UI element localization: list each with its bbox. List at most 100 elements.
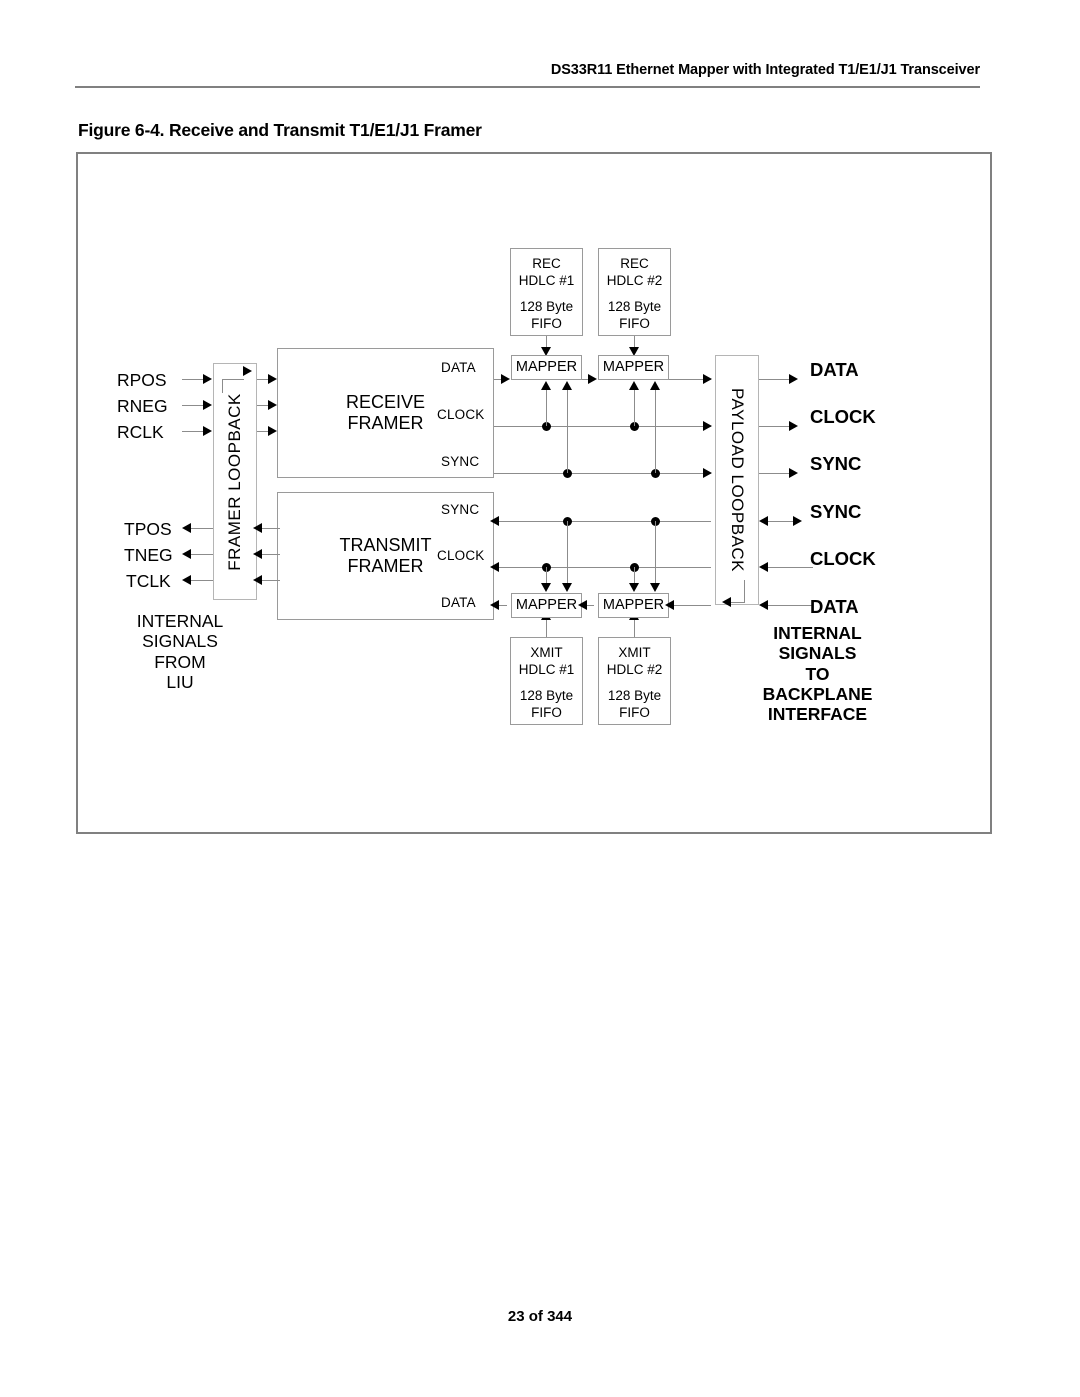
arrow-tneg-out bbox=[182, 549, 191, 559]
xmit-hdlc-1-size: 128 Byte bbox=[519, 687, 574, 703]
left-caption-line-1: INTERNAL bbox=[136, 611, 224, 631]
xmit-hdlc-2-box: XMIT HDLC #2 128 Byte FIFO bbox=[598, 637, 671, 725]
transmit-port-clock: CLOCK bbox=[437, 548, 485, 563]
mapper-box-4: MAPPER bbox=[598, 593, 669, 618]
arrow-sync-down-mapper3 bbox=[561, 583, 572, 592]
right-caption-line-5: INTERFACE bbox=[767, 704, 868, 725]
rec-hdlc-1-channel: HDLC #1 bbox=[518, 272, 575, 288]
payload-loopback-hook-arrow bbox=[722, 597, 731, 607]
signal-label-in-clock: CLOCK bbox=[810, 548, 876, 569]
arrow-clock-up-mapper2 bbox=[628, 381, 639, 390]
arrow-rclk-in bbox=[203, 426, 212, 436]
arrow-tpos-in bbox=[253, 523, 262, 533]
transmit-port-data: DATA bbox=[441, 595, 476, 610]
wire-clock-up-mapper2 bbox=[634, 389, 635, 426]
signal-label-tpos: TPOS bbox=[124, 519, 172, 539]
transmit-port-sync: SYNC bbox=[441, 502, 480, 517]
arrow-tx-sync bbox=[490, 516, 499, 526]
xmit-hdlc-1-title: XMIT bbox=[530, 645, 563, 660]
signal-label-in-data: DATA bbox=[810, 596, 859, 617]
right-caption-line-3: TO bbox=[805, 663, 830, 684]
rec-hdlc-1-kind: FIFO bbox=[531, 315, 562, 331]
arrow-in-data bbox=[759, 600, 768, 610]
arrow-sync-up-mapper2 bbox=[649, 381, 660, 390]
arrow-sync-up-mapper1 bbox=[561, 381, 572, 390]
rec-hdlc-2-size: 128 Byte bbox=[607, 298, 662, 314]
arrow-rneg-in bbox=[203, 400, 212, 410]
payload-loopback-box: PAYLOAD LOOPBACK bbox=[715, 355, 759, 605]
arrow-out-sync bbox=[789, 468, 798, 478]
mapper-3-label: MAPPER bbox=[515, 597, 578, 614]
mapper-box-1: MAPPER bbox=[511, 355, 582, 380]
left-caption-line-3: FROM bbox=[154, 651, 206, 672]
right-caption-line-1: INTERNAL bbox=[773, 623, 862, 643]
rec-hdlc-1-size: 128 Byte bbox=[519, 298, 574, 314]
arrow-tclk-out bbox=[182, 575, 191, 585]
wire-xmit2-to-mapper4 bbox=[634, 618, 635, 637]
wire-tx-clock bbox=[494, 567, 711, 568]
signal-label-rclk: RCLK bbox=[117, 422, 164, 442]
rec-hdlc-1-title: REC bbox=[532, 256, 561, 271]
signal-label-out-data: DATA bbox=[810, 359, 859, 380]
arrow-out-data bbox=[789, 374, 798, 384]
xmit-hdlc-1-kind: FIFO bbox=[531, 704, 562, 720]
arrow-rx-data-1 bbox=[501, 374, 510, 384]
arrow-rpos-out bbox=[268, 374, 277, 384]
wire-in-data bbox=[763, 605, 813, 606]
figure-title: Figure 6-4. Receive and Transmit T1/E1/J… bbox=[78, 120, 482, 140]
xmit-hdlc-2-title: XMIT bbox=[618, 645, 651, 660]
wire-sync-up-mapper2 bbox=[655, 389, 656, 473]
wire-clock-up-mapper1 bbox=[546, 389, 547, 426]
xmit-hdlc-1-box: XMIT HDLC #1 128 Byte FIFO bbox=[510, 637, 583, 725]
arrow-tx-data-2 bbox=[578, 600, 587, 610]
arrow-tx-data-1 bbox=[490, 600, 499, 610]
page-footer: 23 of 344 bbox=[507, 1308, 573, 1325]
wire-tx-sync bbox=[494, 521, 711, 522]
rec-hdlc-2-channel: HDLC #2 bbox=[606, 272, 663, 288]
rec-hdlc-2-box: REC HDLC #2 128 Byte FIFO bbox=[598, 248, 671, 336]
left-caption-line-2: SIGNALS bbox=[142, 631, 218, 652]
receive-port-sync: SYNC bbox=[441, 454, 480, 469]
xmit-hdlc-2-channel: HDLC #2 bbox=[606, 661, 663, 677]
payload-loopback-label: PAYLOAD LOOPBACK bbox=[728, 387, 747, 573]
transmit-framer-label-1: TRANSMIT bbox=[339, 534, 432, 555]
signal-label-rneg: RNEG bbox=[117, 396, 168, 416]
xmit-hdlc-1-channel: HDLC #1 bbox=[518, 661, 575, 677]
framer-loopback-hook-arrow bbox=[243, 366, 252, 376]
wire-xmit1-to-mapper3 bbox=[546, 618, 547, 637]
wire-rx-sync bbox=[494, 473, 711, 474]
arrow-rx-data-2 bbox=[588, 374, 597, 384]
arrow-rneg-out bbox=[268, 400, 277, 410]
signal-label-rpos: RPOS bbox=[117, 370, 167, 390]
arrow-tpos-out bbox=[182, 523, 191, 533]
arrow-sync-down-mapper4 bbox=[649, 583, 660, 592]
right-caption: INTERNAL SIGNALS TO BACKPLANE INTERFACE bbox=[710, 623, 925, 724]
arrow-rx-clock bbox=[703, 421, 712, 431]
signal-label-tclk: TCLK bbox=[126, 571, 171, 591]
arrow-clock-down-mapper4 bbox=[628, 583, 639, 592]
arrow-tx-data-3 bbox=[665, 600, 674, 610]
signal-label-in-sync: SYNC bbox=[810, 501, 862, 522]
left-caption-line-4: LIU bbox=[166, 671, 194, 692]
arrow-out-clock bbox=[789, 421, 798, 431]
mapper-1-label: MAPPER bbox=[515, 359, 578, 376]
arrow-in-sync-left bbox=[759, 516, 768, 526]
xmit-hdlc-2-size: 128 Byte bbox=[607, 687, 662, 703]
mapper-box-3: MAPPER bbox=[511, 593, 582, 618]
right-caption-line-2: SIGNALS bbox=[778, 643, 857, 664]
wire-sync-up-mapper1 bbox=[567, 389, 568, 473]
wire-in-clock bbox=[763, 567, 813, 568]
wire-clock-down-mapper4 bbox=[634, 567, 635, 583]
mapper-box-2: MAPPER bbox=[598, 355, 669, 380]
left-caption: INTERNAL SIGNALS FROM LIU bbox=[120, 611, 240, 692]
receive-framer-label-2: FRAMER bbox=[347, 413, 424, 433]
wire-rx-clock bbox=[494, 426, 711, 427]
xmit-hdlc-2-kind: FIFO bbox=[619, 704, 650, 720]
wire-clock-down-mapper3 bbox=[546, 567, 547, 583]
signal-label-out-sync: SYNC bbox=[810, 453, 862, 474]
signal-label-tneg: TNEG bbox=[124, 545, 173, 565]
framer-loopback-box: FRAMER LOOPBACK bbox=[213, 363, 257, 600]
arrow-rx-sync bbox=[703, 468, 712, 478]
arrow-clock-down-mapper3 bbox=[540, 583, 551, 592]
receive-port-data: DATA bbox=[441, 360, 476, 375]
